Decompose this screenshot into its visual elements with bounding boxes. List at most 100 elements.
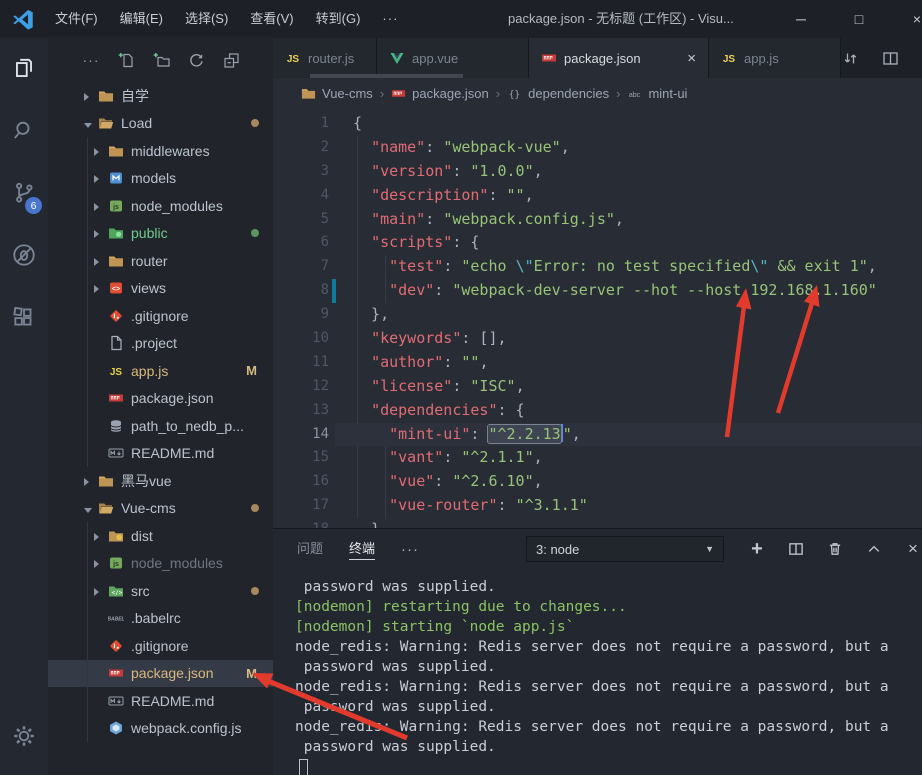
tree-item[interactable]: .project: [48, 330, 273, 358]
tree-item[interactable]: .gitignore: [48, 632, 273, 660]
editor-tab[interactable]: app.vue: [377, 38, 529, 78]
new-folder-icon[interactable]: [152, 51, 170, 69]
tree-item[interactable]: </>src: [48, 577, 273, 605]
breadcrumb-segment[interactable]: Vue-cms: [301, 86, 373, 101]
split-editor-icon[interactable]: [881, 49, 899, 67]
tree-item[interactable]: package.json: [48, 385, 273, 413]
menu-item[interactable]: ···: [371, 0, 409, 38]
code-line: 5 "main": "webpack.config.js",: [273, 208, 922, 232]
maximize-button[interactable]: □: [830, 0, 888, 38]
tree-item[interactable]: Load: [48, 110, 273, 138]
editor-tab[interactable]: package.json×: [529, 38, 709, 78]
token: [353, 210, 371, 228]
maximize-panel-icon[interactable]: [865, 540, 883, 558]
folder-icon: [108, 143, 124, 159]
tree-item[interactable]: path_to_nedb_p...: [48, 412, 273, 440]
minimize-button[interactable]: ─: [772, 0, 830, 38]
tree-item[interactable]: package.jsonM: [48, 660, 273, 688]
editor-tab[interactable]: JSapp.js: [709, 38, 841, 78]
code-line: 15 "vant": "^2.1.1",: [273, 446, 922, 470]
new-file-icon[interactable]: [117, 51, 135, 69]
tree-item[interactable]: .gitignore: [48, 302, 273, 330]
token: [353, 138, 371, 156]
token: "webpack-vue": [443, 138, 560, 156]
file-tree: 自学Loadmiddlewaresmodelsjsnode_modulespub…: [48, 82, 273, 742]
line-number: 5: [273, 208, 329, 232]
tab-problems[interactable]: 问题: [297, 529, 323, 569]
tab-scrollbar[interactable]: [310, 74, 463, 78]
tree-item[interactable]: models: [48, 165, 273, 193]
close-tab-icon[interactable]: ×: [677, 50, 696, 67]
more-actions-icon[interactable]: ···: [82, 51, 100, 69]
menu-item[interactable]: 编辑(E): [109, 0, 174, 38]
terminal-select[interactable]: 3: node ▼: [526, 536, 724, 562]
explorer-icon[interactable]: [0, 38, 48, 100]
new-terminal-icon[interactable]: +: [748, 540, 766, 558]
line-number: 9: [273, 303, 329, 327]
menu-item[interactable]: 查看(V): [239, 0, 304, 38]
tree-item-label: models: [131, 170, 176, 186]
breadcrumb-segment[interactable]: {}dependencies: [507, 86, 609, 101]
code-line: 9 },: [273, 303, 922, 327]
tree-item-label: 自学: [121, 86, 149, 106]
tree-item[interactable]: README.md: [48, 687, 273, 715]
breadcrumb-separator: ›: [496, 86, 500, 101]
tree-item[interactable]: middlewares: [48, 137, 273, 165]
tree-item[interactable]: webpack.config.js: [48, 715, 273, 743]
debug-disabled-icon[interactable]: [0, 224, 48, 286]
tree-item[interactable]: dist: [48, 522, 273, 550]
source-control-icon[interactable]: 6: [0, 162, 48, 224]
menu-item[interactable]: 转到(G): [305, 0, 372, 38]
settings-gear-icon[interactable]: [0, 705, 48, 767]
vscode-logo-icon: [12, 8, 34, 30]
token: "name": [371, 138, 425, 156]
line-number: 11: [273, 351, 329, 375]
tree-item[interactable]: README.md: [48, 440, 273, 468]
js-icon: JS: [285, 50, 301, 66]
panel-more-icon[interactable]: ···: [401, 541, 419, 558]
breadcrumb: Vue-cms›package.json›{}dependencies›abcm…: [273, 78, 922, 108]
tree-item[interactable]: jsnode_modules: [48, 550, 273, 578]
code-text: "vue-router": "^3.1.1": [329, 494, 588, 518]
breadcrumb-segment[interactable]: package.json: [391, 86, 489, 101]
code-line: 3 "version": "1.0.0",: [273, 160, 922, 184]
svg-text:BABEL: BABEL: [108, 617, 124, 623]
close-button[interactable]: ×: [888, 0, 922, 38]
tree-item[interactable]: public: [48, 220, 273, 248]
open-changes-icon[interactable]: [841, 49, 859, 67]
tree-item-label: src: [131, 583, 150, 599]
node-icon: js: [108, 198, 124, 214]
menu-item[interactable]: 选择(S): [174, 0, 239, 38]
breadcrumb-segment[interactable]: abcmint-ui: [627, 86, 687, 101]
code-editor[interactable]: 1{2 "name": "webpack-vue",3 "version": "…: [273, 108, 922, 528]
tree-item[interactable]: Vue-cms: [48, 495, 273, 523]
svg-text:abc: abc: [629, 91, 641, 98]
npm-icon: [391, 86, 406, 101]
tree-item[interactable]: 自学: [48, 82, 273, 110]
git-status-dot: [251, 119, 259, 127]
editor-tab[interactable]: JS router.js: [273, 38, 377, 78]
extensions-icon[interactable]: [0, 286, 48, 348]
tab-terminal[interactable]: 终端: [349, 529, 375, 569]
line-number: 4: [273, 184, 329, 208]
line-number: 7: [273, 255, 329, 279]
kill-terminal-icon[interactable]: [826, 540, 844, 558]
terminal-output[interactable]: password was supplied.[nodemon] restarti…: [273, 569, 922, 775]
tree-item[interactable]: jsnode_modules: [48, 192, 273, 220]
tree-item[interactable]: <>views: [48, 275, 273, 303]
search-icon[interactable]: [0, 100, 48, 162]
tree-item[interactable]: BABEL.babelrc: [48, 605, 273, 633]
tree-item[interactable]: router: [48, 247, 273, 275]
split-terminal-icon[interactable]: [787, 540, 805, 558]
close-panel-icon[interactable]: ×: [904, 540, 922, 558]
menu-item[interactable]: 文件(F): [44, 0, 109, 38]
collapse-all-icon[interactable]: [222, 51, 240, 69]
tree-item-label: Vue-cms: [121, 500, 176, 516]
token: [353, 377, 371, 395]
refresh-icon[interactable]: [187, 51, 205, 69]
tree-item[interactable]: 黑马vue: [48, 467, 273, 495]
tree-item[interactable]: JSapp.jsM: [48, 357, 273, 385]
tab-label: router.js: [308, 51, 354, 66]
token: :: [425, 138, 443, 156]
svg-text:<>: <>: [112, 286, 120, 293]
